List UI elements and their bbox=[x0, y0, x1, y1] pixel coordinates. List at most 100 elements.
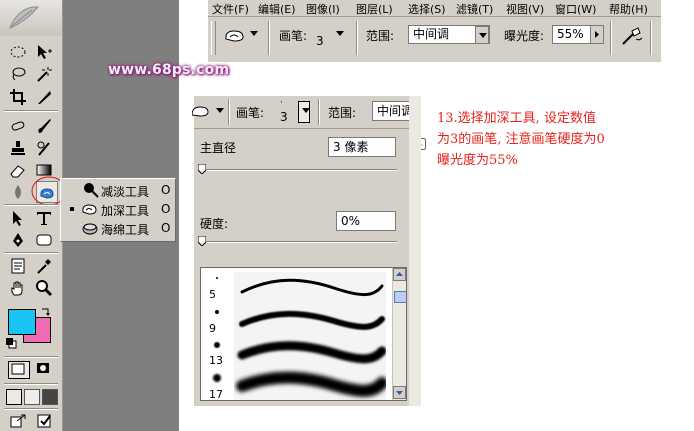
clone-stamp-icon[interactable] bbox=[8, 138, 28, 158]
menu-filter[interactable]: 滤镜(T) bbox=[456, 1, 493, 17]
hardness-input[interactable]: 0% bbox=[336, 211, 396, 231]
divider bbox=[650, 21, 652, 55]
sponge-tool-item[interactable]: 海绵工具 O bbox=[65, 219, 171, 237]
notes-icon[interactable] bbox=[8, 256, 28, 276]
brush-picker-panel: 画笔: · 3 范围: 中间调 主直径 3 像素 硬度: 0% 5 9 13 1… bbox=[192, 96, 426, 406]
scroll-thumb[interactable] bbox=[394, 291, 406, 303]
screen-mode-full-button[interactable] bbox=[42, 389, 58, 405]
menu-image[interactable]: 图像(I) bbox=[306, 1, 340, 17]
burn-tool-item[interactable]: 加深工具 O bbox=[65, 200, 171, 218]
chevron-down-icon[interactable] bbox=[250, 31, 258, 37]
range-dropdown-button[interactable] bbox=[475, 26, 489, 44]
brush-label: 画笔: bbox=[279, 29, 308, 43]
divider bbox=[318, 99, 320, 125]
brush-icon[interactable] bbox=[34, 116, 54, 136]
brush-preset-row[interactable]: 5 bbox=[201, 272, 391, 306]
menu-view[interactable]: 视图(V) bbox=[506, 1, 544, 17]
swap-colors-icon[interactable] bbox=[40, 306, 52, 318]
menu-window[interactable]: 窗口(W) bbox=[555, 1, 596, 17]
type-icon[interactable] bbox=[34, 208, 54, 228]
menu-file[interactable]: 文件(F) bbox=[212, 1, 249, 17]
master-diameter-input[interactable]: 3 像素 bbox=[328, 137, 396, 157]
hardness-slider-thumb[interactable] bbox=[198, 236, 206, 246]
chevron-down-icon[interactable] bbox=[216, 108, 224, 114]
brush-preset-row[interactable]: 17 bbox=[201, 368, 391, 400]
scroll-up-icon[interactable] bbox=[393, 268, 406, 281]
divider bbox=[356, 21, 358, 55]
dodge-tool-item[interactable]: 减淡工具 O bbox=[65, 181, 171, 199]
brush-dropdown-button[interactable] bbox=[298, 101, 310, 123]
brush-dropdown-icon[interactable] bbox=[336, 31, 344, 37]
selected-marker bbox=[70, 207, 74, 211]
annotation-line: 13.选择加深工具, 设定数值 bbox=[437, 111, 596, 126]
brush-stroke-preview bbox=[234, 272, 386, 306]
brush-list-scrollbar[interactable] bbox=[392, 268, 406, 400]
divider bbox=[610, 21, 612, 55]
annotation-line: 曝光度为55% bbox=[437, 153, 518, 168]
foreground-color-swatch[interactable] bbox=[8, 309, 36, 335]
standard-mode-button[interactable] bbox=[8, 361, 30, 379]
burn-tool-label: 加深工具 bbox=[101, 204, 150, 218]
quick-mask-button[interactable] bbox=[34, 361, 54, 377]
menu-bar: 文件(F) 编辑(E) 图像(I) 图层(L) 选择(S) 滤镜(T) 视图(V… bbox=[208, 0, 661, 17]
exposure-label: 曝光度: bbox=[504, 29, 545, 43]
blur-icon[interactable] bbox=[8, 182, 28, 202]
brush-tip-icon bbox=[215, 310, 219, 314]
eyedropper-icon[interactable] bbox=[34, 256, 54, 276]
grip bbox=[211, 21, 216, 55]
default-colors-icon[interactable] bbox=[5, 337, 17, 349]
burn-tool-preset-icon[interactable] bbox=[224, 26, 246, 44]
brush-preset-row[interactable]: 9 bbox=[201, 304, 391, 338]
annotation-line: 为3的画笔, 注意画笔硬度为0 bbox=[437, 132, 605, 147]
hand-icon[interactable] bbox=[8, 278, 28, 298]
lasso-icon[interactable] bbox=[8, 64, 28, 84]
screen-mode-full-menu-button[interactable] bbox=[24, 389, 40, 405]
shape-icon[interactable] bbox=[34, 230, 54, 250]
brush-size-value[interactable]: 3 bbox=[316, 34, 324, 48]
eraser-icon[interactable] bbox=[8, 160, 28, 180]
zoom-icon[interactable] bbox=[34, 278, 54, 298]
menu-help[interactable]: 帮助(H) bbox=[609, 1, 648, 17]
slice-icon[interactable] bbox=[34, 87, 54, 107]
history-brush-icon[interactable] bbox=[34, 138, 54, 158]
brush-size-value[interactable]: 3 bbox=[280, 110, 288, 124]
master-diameter-slider-thumb[interactable] bbox=[198, 164, 206, 174]
range-select[interactable]: 中间调 bbox=[408, 25, 490, 44]
range-label: 范围: bbox=[366, 29, 395, 43]
menu-layer[interactable]: 图层(L) bbox=[356, 1, 393, 17]
menu-select[interactable]: 选择(S) bbox=[408, 1, 446, 17]
master-diameter-value: 3 像素 bbox=[333, 140, 369, 154]
burn-icon bbox=[82, 204, 97, 215]
watermark-text: www.68ps.com bbox=[108, 62, 230, 78]
top-toolbar: 文件(F) 编辑(E) 图像(I) 图层(L) 选择(S) 滤镜(T) 视图(V… bbox=[208, 0, 661, 62]
hardness-value: 0% bbox=[341, 214, 361, 228]
panel-edge bbox=[409, 96, 421, 406]
burn-tool-preset-icon[interactable] bbox=[192, 103, 212, 119]
hardness-label: 硬度: bbox=[200, 217, 229, 231]
feather-logo-icon bbox=[9, 6, 40, 29]
jump-to-icon[interactable] bbox=[34, 411, 54, 431]
pen-icon[interactable] bbox=[8, 230, 28, 250]
crop-icon[interactable] bbox=[8, 87, 28, 107]
airbrush-icon[interactable] bbox=[620, 25, 644, 47]
master-diameter-slider-track[interactable] bbox=[202, 169, 397, 171]
brush-preset-row[interactable]: 13 bbox=[201, 336, 391, 370]
hardness-slider-track[interactable] bbox=[202, 241, 397, 243]
play-right-icon bbox=[595, 31, 599, 38]
screen-mode-standard-button[interactable] bbox=[6, 389, 22, 405]
healing-brush-icon[interactable] bbox=[8, 116, 28, 136]
scroll-down-icon[interactable] bbox=[393, 386, 406, 399]
brush-label: 画笔: bbox=[236, 106, 265, 120]
exposure-input[interactable]: 55% bbox=[552, 25, 604, 44]
menu-edit[interactable]: 编辑(E) bbox=[258, 1, 296, 17]
marquee-icon[interactable] bbox=[8, 42, 28, 62]
path-selection-icon[interactable] bbox=[8, 208, 28, 228]
exposure-slider-button[interactable] bbox=[590, 26, 603, 43]
brush-size-label: 5 bbox=[209, 288, 216, 301]
move-icon[interactable] bbox=[34, 42, 54, 62]
magic-wand-icon[interactable] bbox=[34, 64, 54, 84]
brush-preset-list: 5 9 13 17 bbox=[200, 267, 407, 401]
brush-size-label: 13 bbox=[209, 354, 223, 367]
jump-to-imageready-icon[interactable] bbox=[8, 411, 28, 431]
exposure-value: 55% bbox=[557, 27, 584, 41]
